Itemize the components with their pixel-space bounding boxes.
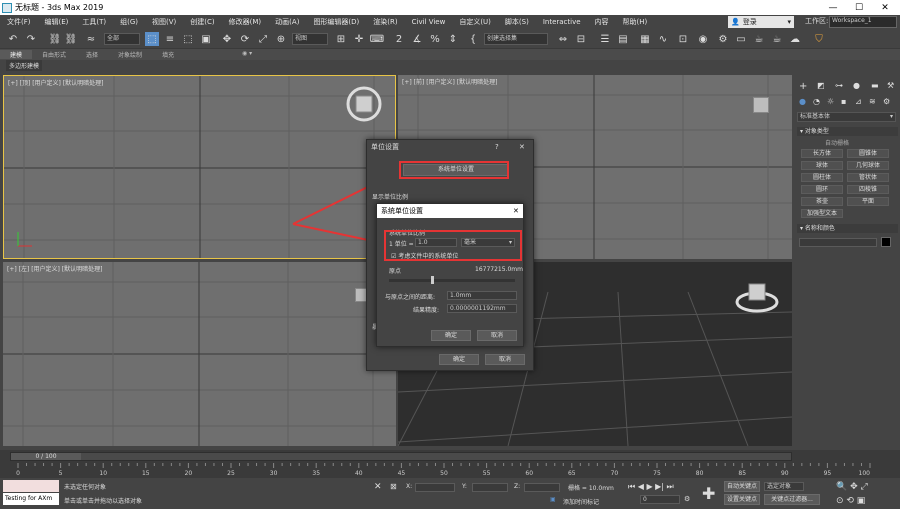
system-units-dialog-title: 系统单位设置 (377, 204, 523, 218)
app-window: 无标题 - 3ds Max 2019 — ☐ ✕ 文件(F) 编辑(E) 工具(T)… (0, 0, 900, 509)
system-units-cancel-button[interactable]: 取消 (477, 330, 517, 341)
system-units-ok-button[interactable]: 确定 (431, 330, 471, 341)
origin-slider-thumb[interactable] (431, 276, 434, 284)
system-units-dialog: 系统单位设置 ✕ 系统单位比例 1 单位 = 1.0 毫米 ▾ ☑ 考虑文件中的系… (376, 203, 524, 347)
system-units-highlight (399, 161, 509, 179)
units-dialog-title: 单位设置 (371, 143, 399, 151)
system-units-close-button[interactable]: ✕ (513, 207, 519, 215)
origin-value: 16777215.0mm (475, 266, 523, 273)
units-cancel-button[interactable]: 取消 (485, 354, 525, 365)
units-dialog-close-button[interactable]: ✕ (519, 143, 525, 151)
origin-label: 原点 (389, 268, 402, 275)
distance-input[interactable]: 1.0mm (447, 291, 517, 300)
display-scale-label: 显示单位比例 (372, 194, 409, 201)
origin-slider[interactable] (389, 279, 515, 282)
units-ok-button[interactable]: 确定 (439, 354, 479, 365)
help-icon[interactable]: ? (495, 143, 499, 151)
precision-label: 结果精度: (413, 307, 440, 314)
precision-value: 0.0000001192mm (447, 304, 517, 313)
distance-label: 与原点之间的距离: (385, 294, 436, 301)
unit-scale-highlight (384, 230, 522, 261)
